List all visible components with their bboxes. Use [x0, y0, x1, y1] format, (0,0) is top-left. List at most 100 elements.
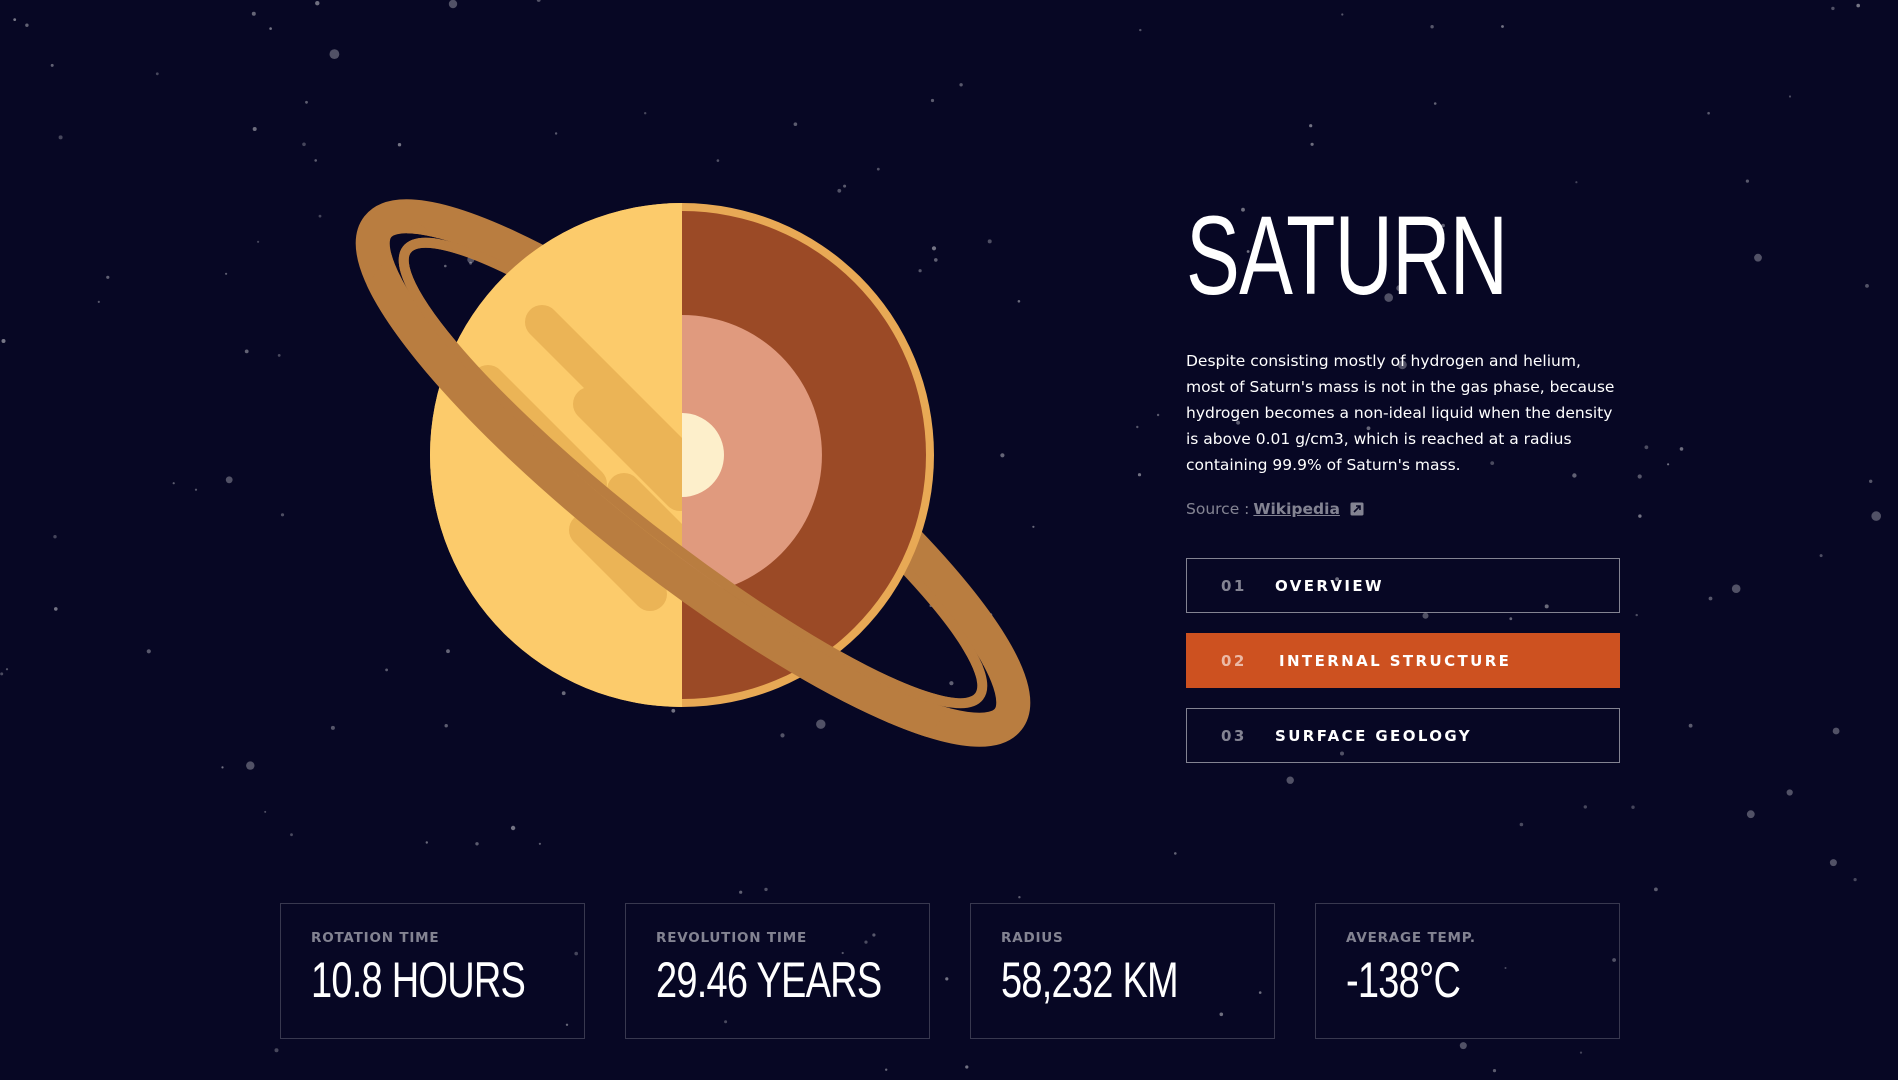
star	[1501, 25, 1504, 28]
star	[146, 649, 151, 654]
star	[155, 72, 159, 76]
star	[0, 672, 4, 676]
star	[885, 1068, 888, 1071]
star	[97, 300, 100, 303]
star	[1746, 810, 1755, 819]
stat-card-rotation-time: ROTATION TIME 10.8 HOURS	[280, 903, 585, 1039]
star	[1708, 596, 1713, 601]
star	[1637, 474, 1642, 479]
star	[538, 842, 542, 845]
star	[305, 100, 308, 104]
star	[448, 0, 458, 9]
source-line: Source : Wikipedia	[1186, 500, 1620, 518]
star	[965, 1065, 969, 1069]
stat-card-revolution-time: REVOLUTION TIME 29.46 YEARS	[625, 903, 930, 1039]
star	[50, 63, 54, 67]
planet-info-panel: SATURN Despite consisting mostly of hydr…	[1186, 196, 1620, 763]
tab-number: 02	[1221, 651, 1247, 670]
view-tabs: 01 OVERVIEW 02 INTERNAL STRUCTURE 03 SUR…	[1186, 558, 1620, 763]
planet-description: Despite consisting mostly of hydrogen an…	[1186, 352, 1615, 474]
star	[1136, 425, 1139, 429]
stat-card-radius: RADIUS 58,232 KM	[970, 903, 1275, 1039]
tab-label: INTERNAL STRUCTURE	[1279, 651, 1512, 670]
star	[1492, 1069, 1497, 1073]
star	[244, 349, 249, 354]
star	[1631, 805, 1635, 809]
star	[25, 23, 29, 27]
stat-label: ROTATION TIME	[311, 930, 440, 946]
star	[1644, 445, 1649, 450]
stat-card-average-temp: AVERAGE TEMP. -138°C	[1315, 903, 1620, 1039]
star	[277, 354, 281, 357]
star	[644, 112, 647, 115]
stat-label: AVERAGE TEMP.	[1346, 930, 1476, 946]
star	[172, 482, 175, 485]
star	[1156, 413, 1160, 417]
star	[1679, 447, 1684, 451]
stat-value: -138°C	[1346, 952, 1461, 1008]
star	[252, 127, 257, 131]
tab-number: 01	[1221, 576, 1247, 595]
star	[290, 833, 293, 837]
star	[425, 841, 428, 844]
star	[959, 83, 963, 87]
star	[314, 159, 318, 162]
star	[194, 488, 198, 491]
star	[1754, 253, 1762, 262]
star	[315, 1, 320, 6]
stat-value: 29.46 YEARS	[656, 952, 882, 1008]
planet-stats: ROTATION TIME 10.8 HOURS REVOLUTION TIME…	[280, 903, 1620, 1039]
star	[1667, 463, 1670, 466]
star	[264, 810, 267, 813]
star	[1819, 554, 1823, 558]
star	[1707, 111, 1710, 115]
star	[54, 607, 58, 611]
star	[225, 272, 228, 275]
star	[221, 766, 224, 769]
star	[1309, 124, 1313, 128]
star	[1174, 852, 1177, 855]
star	[225, 476, 233, 484]
star	[251, 11, 256, 16]
star	[1575, 181, 1578, 184]
star	[1433, 102, 1437, 105]
stat-value: 58,232 KM	[1001, 952, 1179, 1008]
star	[1654, 887, 1658, 892]
star	[5, 668, 9, 671]
star	[1139, 28, 1142, 32]
tab-internal-structure[interactable]: 02 INTERNAL STRUCTURE	[1186, 633, 1620, 688]
planet-name: SATURN	[1186, 193, 1508, 318]
star	[269, 27, 272, 30]
star	[1831, 6, 1835, 11]
star	[1856, 3, 1860, 8]
star	[1869, 479, 1873, 483]
star	[53, 535, 57, 539]
stat-label: RADIUS	[1001, 930, 1064, 946]
star	[1832, 727, 1840, 735]
star	[1018, 896, 1021, 899]
star	[475, 842, 479, 846]
star	[536, 0, 541, 2]
tab-surface-geology[interactable]: 03 SURFACE GEOLOGY	[1186, 708, 1620, 763]
star	[329, 49, 340, 59]
star	[246, 761, 255, 770]
star	[1788, 95, 1792, 98]
star	[1871, 511, 1881, 521]
source-prefix: Source :	[1186, 500, 1250, 518]
tab-number: 03	[1221, 726, 1247, 745]
stat-value: 10.8 HOURS	[311, 952, 526, 1008]
star	[1, 339, 6, 343]
star	[274, 1048, 279, 1053]
star	[13, 18, 17, 21]
wikipedia-link[interactable]: Wikipedia	[1253, 500, 1340, 518]
star	[1341, 13, 1344, 16]
star	[302, 142, 306, 147]
star	[1137, 473, 1142, 477]
star	[1519, 822, 1524, 827]
star	[1865, 284, 1869, 288]
star	[1459, 1042, 1467, 1050]
external-link-icon[interactable]	[1350, 502, 1364, 516]
star	[1786, 789, 1793, 796]
tab-overview[interactable]: 01 OVERVIEW	[1186, 558, 1620, 613]
tab-label: OVERVIEW	[1275, 576, 1384, 595]
